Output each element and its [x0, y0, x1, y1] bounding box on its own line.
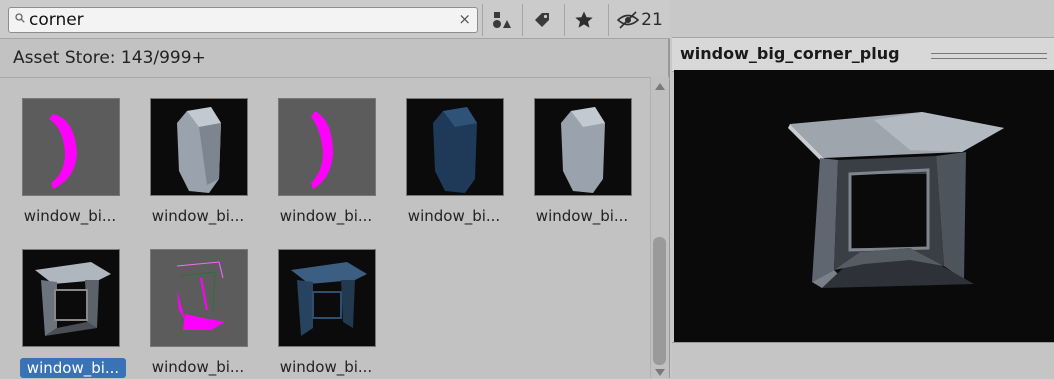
- asset-label: window_bi...: [20, 358, 126, 378]
- grid-scrollbar[interactable]: [650, 77, 669, 378]
- filter-by-type-button[interactable]: [482, 4, 521, 36]
- scroll-down-icon[interactable]: [655, 369, 665, 376]
- asset-label: window_bi...: [279, 207, 373, 225]
- asset-thumbnail: [150, 98, 248, 196]
- scroll-up-icon[interactable]: [655, 83, 665, 90]
- mesh-preview-render: [788, 112, 1004, 288]
- mesh-preview-icon: [176, 261, 225, 332]
- star-icon: [575, 11, 593, 28]
- asset-item[interactable]: window_bi...: [258, 78, 378, 225]
- asset-item[interactable]: window_bi...: [130, 229, 250, 376]
- eye-hidden-icon: [617, 11, 640, 29]
- search-icon: [15, 13, 25, 23]
- asset-thumbnail: [150, 249, 248, 347]
- preview-title: window_big_corner_plug: [680, 44, 900, 63]
- mesh-preview-icon: [49, 114, 77, 189]
- asset-thumbnail: [278, 249, 376, 347]
- search-input[interactable]: [29, 10, 449, 30]
- filter-by-type-icon: [493, 12, 511, 28]
- asset-thumbnail: [278, 98, 376, 196]
- asset-item[interactable]: window_bi...: [2, 78, 122, 225]
- preview-footer: [672, 342, 1054, 379]
- search-toolbar: × 21: [0, 0, 670, 39]
- mesh-preview-icon: [561, 107, 605, 193]
- favorites-button[interactable]: [564, 4, 603, 36]
- project-browser-panel: × 21: [0, 0, 670, 379]
- asset-thumbnail: [22, 98, 120, 196]
- mesh-preview-icon: [35, 262, 111, 336]
- hidden-packages-toggle[interactable]: 21: [608, 4, 671, 36]
- clear-search-icon[interactable]: ×: [458, 10, 471, 28]
- asset-item[interactable]: window_bi...: [130, 78, 250, 225]
- asset-store-count: Asset Store: 143/999+: [13, 48, 206, 68]
- asset-label: window_bi...: [279, 358, 373, 376]
- preview-header: window_big_corner_plug: [672, 37, 1054, 72]
- asset-grid: window_bi... window_bi... window_bi... w…: [0, 77, 650, 379]
- asset-label: window_bi...: [151, 358, 245, 376]
- hidden-count: 21: [641, 10, 663, 30]
- asset-item[interactable]: window_bi...: [514, 78, 634, 225]
- asset-label: window_bi...: [151, 207, 245, 225]
- asset-item[interactable]: window_bi...: [258, 229, 378, 376]
- label-tag-icon: [535, 13, 549, 27]
- preview-panel: window_big_corner_plug: [672, 0, 1054, 379]
- asset-label: window_bi...: [23, 207, 117, 225]
- preview-resize-handle[interactable]: [931, 53, 1047, 59]
- asset-thumbnail: [22, 249, 120, 347]
- asset-thumbnail: [406, 98, 504, 196]
- filter-by-label-button[interactable]: [522, 4, 561, 36]
- scrollbar-thumb[interactable]: [653, 237, 666, 365]
- mesh-preview-icon: [291, 262, 367, 336]
- asset-thumbnail: [534, 98, 632, 196]
- mesh-preview-icon: [311, 111, 333, 189]
- mesh-preview-icon: [433, 107, 477, 193]
- mesh-preview-viewport[interactable]: [674, 70, 1054, 342]
- asset-item-selected[interactable]: window_bi...: [2, 229, 126, 378]
- asset-item[interactable]: window_bi...: [386, 78, 506, 225]
- asset-label: window_bi...: [407, 207, 501, 225]
- mesh-preview-icon: [177, 107, 221, 193]
- asset-label: window_bi...: [535, 207, 629, 225]
- search-field[interactable]: ×: [8, 7, 478, 33]
